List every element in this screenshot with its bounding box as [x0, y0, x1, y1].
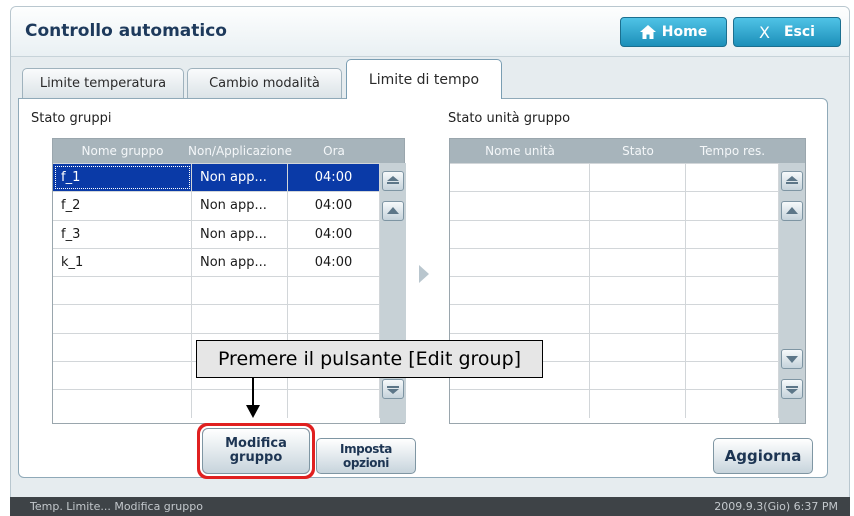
groups-title: Stato gruppi — [31, 111, 112, 126]
scroll-up-icon — [786, 207, 798, 214]
col-application: Non/Applicazione — [188, 144, 292, 158]
exit-label: Esci — [783, 24, 815, 40]
tab-temperature-limit[interactable]: Limite temperatura — [22, 68, 184, 98]
table-row[interactable]: f_3 Non app... 04:00 — [53, 219, 404, 248]
groups-table: Nome gruppo Non/Applicazione Ora f_1 Non… — [52, 138, 406, 424]
units-title: Stato unità gruppo — [448, 111, 571, 126]
scroll-top-icon — [387, 176, 399, 184]
scroll-bottom-icon — [387, 386, 399, 394]
empty-row — [450, 304, 805, 333]
status-datetime: 2009.9.3(Gio) 6:37 PM — [714, 500, 838, 513]
table-row[interactable]: f_1 Non app... 04:00 — [53, 163, 404, 192]
scroll-down-button[interactable] — [781, 349, 803, 369]
group-app-cell: Non app... — [192, 192, 288, 220]
edit-group-label-line1: Modifica — [225, 436, 287, 451]
col-group-name: Nome gruppo — [81, 144, 164, 158]
scroll-up-icon — [387, 207, 399, 214]
status-text: Temp. Limite... Modifica gruppo — [30, 500, 203, 513]
group-time-cell: 04:00 — [288, 248, 380, 277]
groups-table-header: Nome gruppo Non/Applicazione Ora — [53, 139, 404, 163]
instruction-callout: Premere il pulsante [Edit group] — [196, 340, 543, 378]
group-time-cell: 04:00 — [288, 192, 380, 220]
edit-group-button[interactable]: Modifica gruppo — [202, 428, 310, 474]
home-icon — [639, 25, 656, 39]
empty-row — [450, 191, 805, 220]
exit-button[interactable]: X Esci — [733, 17, 841, 47]
units-table-header: Nome unità Stato Tempo res. — [450, 139, 805, 163]
empty-row — [450, 389, 805, 418]
group-app-cell: Non app... — [192, 220, 288, 248]
group-name-cell: k_1 — [53, 248, 192, 277]
col-remaining-time: Tempo res. — [699, 144, 766, 158]
scroll-down-icon — [786, 356, 798, 363]
scroll-bottom-icon — [786, 386, 798, 394]
home-button[interactable]: Home — [620, 17, 727, 47]
groups-scrollbar[interactable] — [380, 163, 406, 423]
scroll-top-button[interactable] — [781, 171, 803, 191]
empty-row — [53, 304, 404, 333]
group-time-cell: 04:00 — [288, 220, 380, 248]
scroll-bottom-button[interactable] — [781, 379, 803, 399]
group-time-cell: 04:00 — [288, 164, 380, 192]
scroll-top-icon — [786, 176, 798, 184]
col-status: Stato — [622, 144, 654, 158]
close-icon: X — [759, 22, 770, 42]
scroll-top-button[interactable] — [382, 171, 404, 191]
title-bar: Controllo automatico Home X Esci — [11, 7, 849, 57]
empty-row — [450, 219, 805, 248]
units-table: Nome unità Stato Tempo res. — [449, 138, 806, 424]
units-scrollbar[interactable] — [779, 163, 805, 423]
scroll-up-button[interactable] — [781, 201, 803, 221]
empty-row — [53, 389, 404, 418]
col-unit-name: Nome unità — [485, 144, 555, 158]
tab-mode-change[interactable]: Cambio modalità — [187, 68, 342, 98]
tab-time-limit[interactable]: Limite di tempo — [346, 59, 502, 99]
set-options-button[interactable]: Imposta opzioni — [316, 438, 416, 474]
group-app-cell: Non app... — [192, 164, 288, 192]
home-label: Home — [661, 24, 708, 40]
callout-arrow-icon — [246, 405, 260, 418]
table-row[interactable]: f_2 Non app... 04:00 — [53, 191, 404, 220]
status-bar: Temp. Limite... Modifica gruppo 2009.9.3… — [10, 497, 850, 516]
empty-row — [450, 276, 805, 305]
col-time: Ora — [323, 144, 345, 158]
table-row[interactable]: k_1 Non app... 04:00 — [53, 247, 404, 277]
edit-group-label-line2: gruppo — [229, 450, 283, 465]
empty-row — [450, 247, 805, 277]
transfer-arrow-icon — [419, 265, 429, 283]
refresh-button[interactable]: Aggiorna — [713, 438, 813, 474]
group-name-cell: f_3 — [53, 220, 192, 248]
group-name-cell: f_1 — [53, 164, 192, 192]
group-app-cell: Non app... — [192, 248, 288, 277]
group-name-cell: f_2 — [53, 192, 192, 220]
scroll-up-button[interactable] — [382, 201, 404, 221]
empty-row — [450, 163, 805, 192]
empty-row — [53, 276, 404, 305]
scroll-bottom-button[interactable] — [382, 379, 404, 399]
app-title: Controllo automatico — [25, 21, 227, 41]
